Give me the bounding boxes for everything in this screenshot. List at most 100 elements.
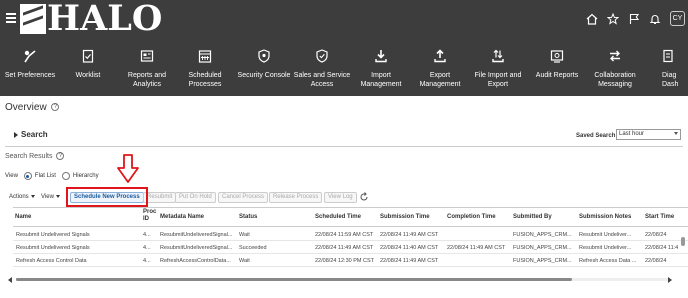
view-mode-label: View [5, 173, 18, 179]
cancel-process-button[interactable]: Cancel Process [218, 192, 269, 203]
highlight-box [66, 187, 148, 207]
scrollbar-thumb[interactable] [16, 278, 572, 281]
column-header-submitted-by[interactable]: Submitted By [513, 214, 552, 221]
search-disclosure[interactable]: Search [14, 130, 48, 139]
nav-diagnostics-dashboard[interactable]: Diag Dash [640, 40, 688, 96]
cell-status: Wait [239, 232, 250, 238]
results-table: Name Proc ID Metadata Name Status Schedu… [13, 207, 688, 273]
cell-submitted-by: FUSION_APPS_CRM... [513, 245, 572, 251]
cell-submitted-by: FUSION_APPS_CRM... [513, 232, 572, 238]
flag-icon[interactable] [628, 13, 640, 25]
nav-sales-service-access[interactable]: Sales and Service Access [288, 40, 356, 96]
annotation-arrow-icon [117, 154, 139, 183]
shield-icon [315, 49, 329, 63]
release-process-button[interactable]: Release Process [269, 192, 323, 203]
cell-scheduled-time: 22/08/24 11:49 AM CST [315, 245, 374, 251]
column-header-start-time[interactable]: Start Time [645, 214, 674, 221]
nav-label: File Import and Export [474, 72, 522, 88]
actions-menu[interactable]: Actions [9, 192, 35, 203]
nav-label: Diag Dash [662, 72, 679, 88]
table-row[interactable]: Resubmit Undelivered Signals 4... Resubm… [13, 242, 688, 254]
table-row[interactable]: Refresh Access Control Data 4... Refresh… [13, 255, 688, 267]
page-title: Overview ? [5, 102, 60, 113]
nav-collaboration-messaging[interactable]: Collaboration Messaging [581, 40, 649, 96]
reports-icon [140, 49, 154, 63]
cell-scheduled-time: 22/08/24 11:59 AM CST [315, 232, 374, 238]
logo-text: HALO [47, 0, 163, 39]
column-header-scheduled-time[interactable]: Scheduled Time [315, 214, 361, 221]
column-header-submission-time[interactable]: Submission Time [380, 214, 430, 221]
cell-submission-time: 22/08/24 11:49 AM CST [380, 232, 439, 238]
nav-import-management[interactable]: Import Management [347, 40, 415, 96]
cell-process-id: 4... [143, 245, 151, 251]
vertical-scrollbar[interactable] [680, 232, 686, 270]
column-header-submission-notes[interactable]: Submission Notes [579, 214, 631, 221]
nav-label: Import Management [360, 72, 402, 88]
flat-list-radio[interactable] [23, 172, 32, 180]
scrollbar-thumb[interactable] [681, 237, 685, 246]
upload-icon [433, 49, 447, 63]
view-log-button[interactable]: View Log [324, 192, 357, 203]
cell-status: Wait [239, 258, 250, 264]
actions-label: Actions [9, 194, 29, 200]
cell-metadata-name: RefreshAccessControlData... [160, 258, 231, 264]
table-row[interactable]: Resubmit Undelivered Signals 4... Resubm… [13, 229, 688, 241]
cell-submission-notes: Refresh Access Data ... [579, 258, 637, 264]
put-on-hold-button[interactable]: Put On Hold [175, 192, 216, 203]
diagnostics-icon [661, 49, 675, 63]
column-header-process-id[interactable]: Proc ID [143, 209, 156, 223]
resubmit-button[interactable]: Resubmit [143, 192, 177, 203]
search-results-label: Search Results [5, 152, 53, 160]
worklist-icon [81, 49, 95, 63]
nav-label: Scheduled Processes [188, 72, 222, 88]
nav-label: Sales and Service Access [293, 72, 351, 88]
home-icon[interactable] [586, 13, 598, 25]
nav-worklist[interactable]: Worklist [54, 40, 122, 96]
cell-scheduled-time: 22/08/24 12:30 PM CST [315, 258, 375, 264]
bell-icon[interactable] [649, 13, 661, 25]
column-header-name[interactable]: Name [15, 214, 31, 221]
cell-submission-time: 22/08/24 11:40 AM CST [380, 245, 439, 251]
help-icon[interactable]: ? [51, 103, 60, 112]
cell-name: Resubmit Undelivered Signals [16, 245, 90, 251]
cell-submission-time: 22/08/24 11:49 AM CST [380, 258, 439, 264]
saved-search-select[interactable]: Last hour [616, 129, 681, 140]
search-label: Search [21, 130, 48, 139]
hierarchy-radio[interactable] [61, 172, 70, 180]
nav-scheduled-processes[interactable]: Scheduled Processes [171, 40, 239, 96]
caret-down-icon [55, 194, 60, 198]
scroll-right-icon[interactable] [668, 277, 672, 283]
preferences-icon [23, 49, 37, 63]
flat-list-label[interactable]: Flat List [35, 173, 56, 179]
calendar-icon [198, 49, 212, 63]
hierarchy-label[interactable]: Hierarchy [73, 173, 99, 179]
nav-label: Collaboration Messaging [594, 72, 636, 88]
cell-name: Refresh Access Control Data [16, 258, 87, 264]
logo[interactable]: HALO [20, 1, 162, 37]
view-menu[interactable]: View [41, 192, 60, 203]
column-header-status[interactable]: Status [239, 214, 257, 221]
chevron-down-icon [674, 132, 678, 135]
exchange-icon [608, 49, 622, 63]
horizontal-scrollbar[interactable] [8, 276, 680, 283]
menu-icon[interactable] [6, 13, 16, 23]
audit-icon [550, 49, 564, 63]
cell-status: Succeeded [239, 245, 267, 251]
cell-submission-notes: Resubmit Undeliver... [579, 232, 632, 238]
logo-mark-icon [20, 4, 46, 34]
avatar[interactable]: CY [670, 11, 685, 26]
view-mode-row: View Flat List Hierarchy [5, 172, 99, 180]
column-header-metadata-name[interactable]: Metadata Name [160, 214, 204, 221]
scroll-left-icon[interactable] [8, 277, 12, 283]
cell-completion-time: 22/08/24 11:49 AM CST [447, 245, 506, 251]
help-icon[interactable]: ? [56, 152, 65, 160]
refresh-icon[interactable] [359, 192, 369, 203]
nav-label: Worklist [75, 72, 101, 79]
nav-file-import-export[interactable]: File Import and Export [464, 40, 532, 96]
top-bar: HALO CY [0, 0, 688, 40]
transfer-icon [491, 49, 505, 63]
table-header: Name Proc ID Metadata Name Status Schedu… [13, 208, 688, 227]
navigator-strip: Set Preferences Worklist Reports and Ana… [0, 40, 688, 96]
star-icon[interactable] [607, 12, 619, 25]
column-header-completion-time[interactable]: Completion Time [447, 214, 496, 221]
